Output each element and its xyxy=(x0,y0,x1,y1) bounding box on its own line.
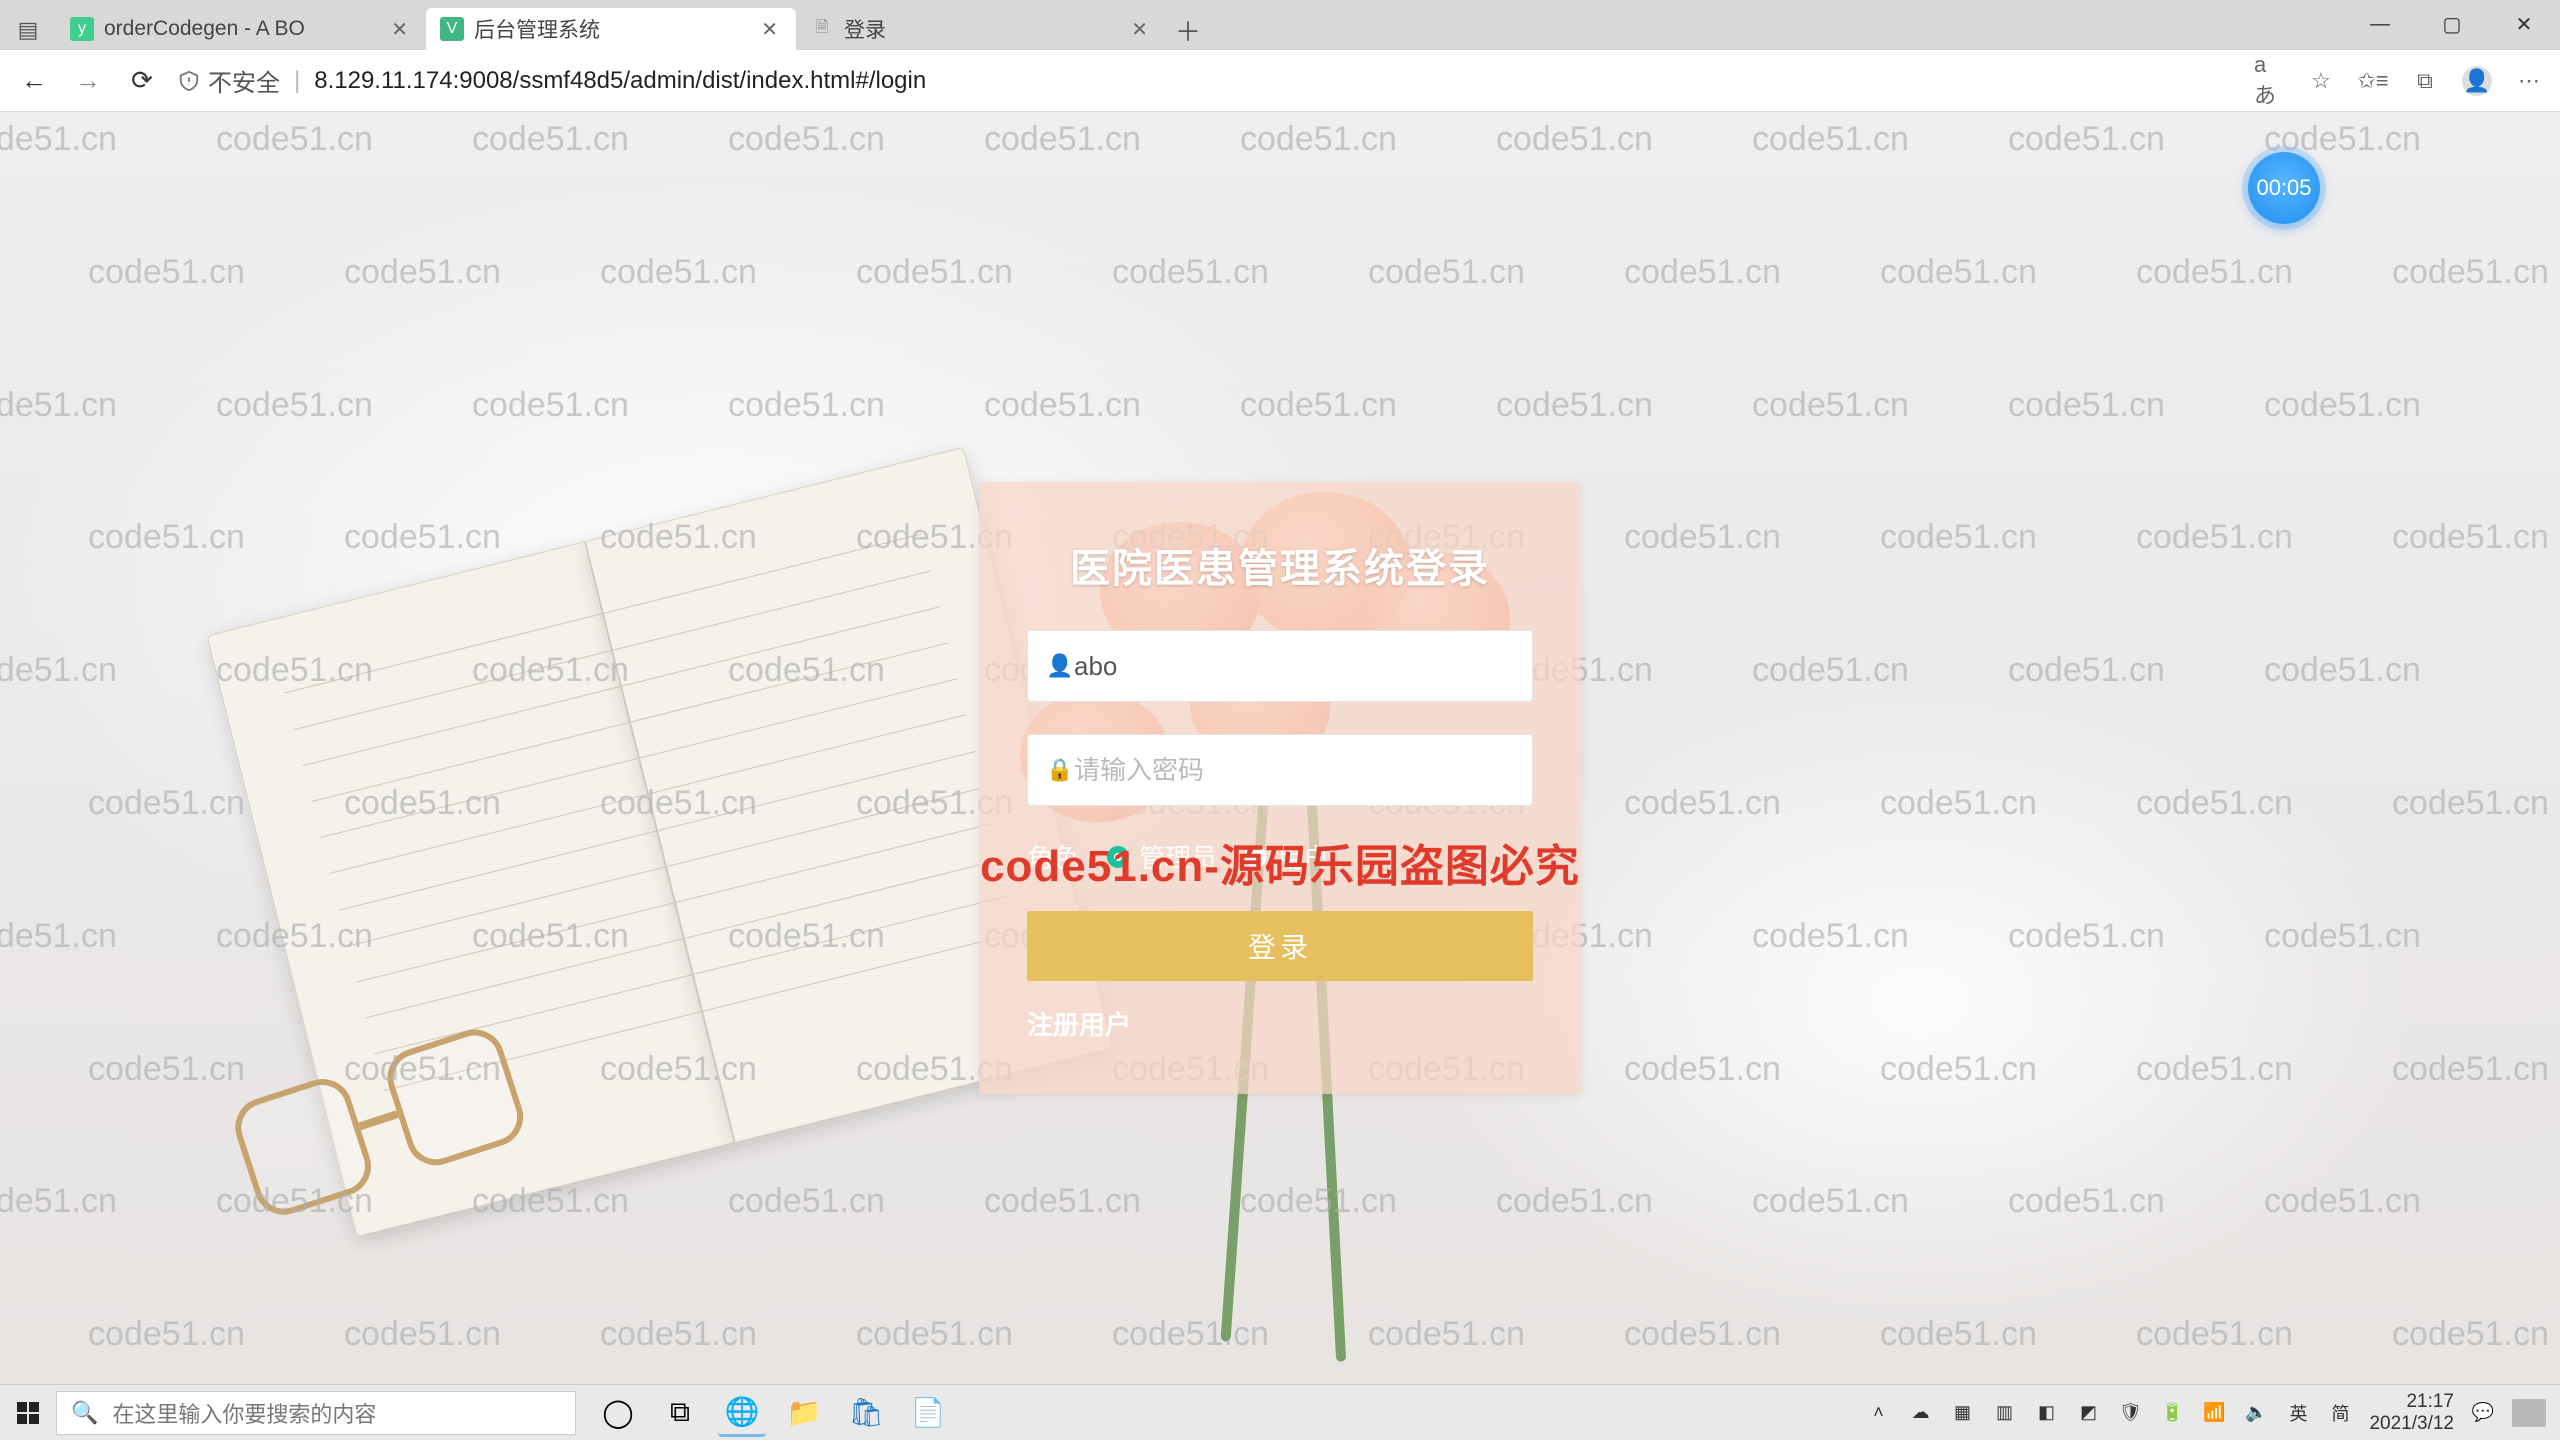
tray-overflow-icon[interactable]: ˄ xyxy=(1865,1400,1891,1426)
tray-app-icon[interactable]: ◧ xyxy=(2033,1400,2059,1426)
task-view-icon[interactable]: ⧉ xyxy=(656,1389,704,1437)
url-box[interactable]: 不安全 | 8.129.11.174:9008/ssmf48d5/admin/d… xyxy=(178,63,2236,98)
timer-badge: 00:05 xyxy=(2248,152,2320,224)
notifications-icon[interactable] xyxy=(2512,1399,2546,1427)
taskbar-search-placeholder: 在这里输入你要搜索的内容 xyxy=(112,1397,376,1429)
back-button[interactable]: ← xyxy=(16,63,52,99)
windows-logo-icon xyxy=(17,1402,39,1424)
favorites-bar-icon[interactable]: ✩≡ xyxy=(2358,66,2388,96)
cortana-icon[interactable]: ◯ xyxy=(594,1389,642,1437)
tray-app-icon[interactable]: ▦ xyxy=(1949,1400,1975,1426)
login-button[interactable]: 登录 xyxy=(1027,911,1533,981)
ime-mode[interactable]: 简 xyxy=(2327,1400,2353,1426)
address-bar: ← → ⟳ 不安全 | 8.129.11.174:9008/ssmf48d5/a… xyxy=(0,50,2560,112)
edge-icon[interactable]: 🌐 xyxy=(718,1389,766,1437)
page-viewport: code51.cncode51.cncode51.cncode51.cncode… xyxy=(0,112,2560,1384)
register-link[interactable]: 注册用户 xyxy=(1027,1005,1131,1042)
explorer-icon[interactable]: 📁 xyxy=(780,1389,828,1437)
tab-label: orderCodegen - A BO xyxy=(104,17,377,41)
lock-icon: 🔒 xyxy=(1046,757,1074,783)
taskbar-time: 21:17 xyxy=(2369,1391,2454,1413)
ime-lang[interactable]: 英 xyxy=(2285,1400,2311,1426)
close-icon[interactable]: ✕ xyxy=(387,15,412,44)
watermark-overlay-text: code51.cn-源码乐园盗图必究 xyxy=(980,830,1580,894)
taskbar: 🔍 在这里输入你要搜索的内容 ◯ ⧉ 🌐 📁 🛍 📄 ˄ ☁ ▦ ▥ ◧ ◩ 🛡… xyxy=(0,1384,2560,1440)
search-icon: 🔍 xyxy=(71,1400,98,1426)
security-label: 不安全 xyxy=(208,63,280,98)
tab-label: 登录 xyxy=(844,14,1117,44)
menu-icon[interactable]: ⋯ xyxy=(2514,66,2544,96)
security-icon[interactable]: 🛡 xyxy=(2117,1400,2143,1426)
taskbar-search[interactable]: 🔍 在这里输入你要搜索的内容 xyxy=(56,1391,576,1435)
username-field[interactable]: 👤 xyxy=(1027,630,1533,702)
password-field[interactable]: 🔒 xyxy=(1027,734,1533,806)
password-input[interactable] xyxy=(1074,755,1514,786)
profile-avatar[interactable]: 👤 xyxy=(2462,66,2492,96)
battery-icon[interactable]: 🔋 xyxy=(2159,1400,2185,1426)
start-button[interactable] xyxy=(0,1385,56,1441)
window-controls: ― ▢ ✕ xyxy=(2344,0,2560,48)
favorite-icon[interactable]: ☆ xyxy=(2306,66,2336,96)
read-aloud-icon[interactable]: aあ xyxy=(2254,66,2284,96)
word-icon[interactable]: 📄 xyxy=(904,1389,952,1437)
favicon-icon: y xyxy=(70,17,94,41)
security-indicator[interactable]: 不安全 xyxy=(178,63,280,98)
task-icons: ◯ ⧉ 🌐 📁 🛍 📄 xyxy=(594,1389,952,1437)
login-title: 医院医患管理系统登录 xyxy=(1027,536,1533,594)
favicon-icon: V xyxy=(440,17,464,41)
browser-chrome: ▤ y orderCodegen - A BO ✕ V 后台管理系统 ✕ 🗎 登… xyxy=(0,0,2560,112)
tray-app-icon[interactable]: ◩ xyxy=(2075,1400,2101,1426)
reload-button[interactable]: ⟳ xyxy=(124,63,160,99)
favicon-icon: 🗎 xyxy=(810,17,834,41)
system-tray: ˄ ☁ ▦ ▥ ◧ ◩ 🛡 🔋 📶 🔈 英 简 21:17 2021/3/12 … xyxy=(1865,1391,2560,1435)
tab-2[interactable]: 🗎 登录 ✕ xyxy=(796,8,1166,50)
wifi-icon[interactable]: 📶 xyxy=(2201,1400,2227,1426)
url-text: 8.129.11.174:9008/ssmf48d5/admin/dist/in… xyxy=(314,67,926,95)
url-separator: | xyxy=(294,67,300,95)
new-tab-button[interactable]: ＋ xyxy=(1166,10,1210,50)
tab-0[interactable]: y orderCodegen - A BO ✕ xyxy=(56,8,426,50)
close-icon[interactable]: ✕ xyxy=(1127,15,1152,44)
browser-app-icon[interactable]: ▤ xyxy=(8,10,48,50)
tab-label: 后台管理系统 xyxy=(474,14,747,44)
onedrive-icon[interactable]: ☁ xyxy=(1907,1400,1933,1426)
tray-app-icon[interactable]: 💬 xyxy=(2470,1400,2496,1426)
volume-icon[interactable]: 🔈 xyxy=(2243,1400,2269,1426)
close-window-button[interactable]: ✕ xyxy=(2488,0,2560,48)
tray-app-icon[interactable]: ▥ xyxy=(1991,1400,2017,1426)
store-icon[interactable]: 🛍 xyxy=(842,1389,890,1437)
maximize-button[interactable]: ▢ xyxy=(2416,0,2488,48)
login-card: 医院医患管理系统登录 👤 🔒 角色 管理员 用户 登录 注册用户 xyxy=(979,482,1581,1094)
close-icon[interactable]: ✕ xyxy=(757,15,782,44)
address-bar-actions: aあ ☆ ✩≡ ⧉ 👤 ⋯ xyxy=(2254,66,2544,96)
forward-button[interactable]: → xyxy=(70,63,106,99)
username-input[interactable] xyxy=(1074,651,1514,682)
taskbar-clock[interactable]: 21:17 2021/3/12 xyxy=(2369,1391,2454,1435)
tab-strip: ▤ y orderCodegen - A BO ✕ V 后台管理系统 ✕ 🗎 登… xyxy=(0,0,2560,50)
taskbar-date: 2021/3/12 xyxy=(2369,1413,2454,1435)
collections-icon[interactable]: ⧉ xyxy=(2410,66,2440,96)
user-icon: 👤 xyxy=(1046,653,1074,679)
tab-1[interactable]: V 后台管理系统 ✕ xyxy=(426,8,796,50)
minimize-button[interactable]: ― xyxy=(2344,0,2416,48)
